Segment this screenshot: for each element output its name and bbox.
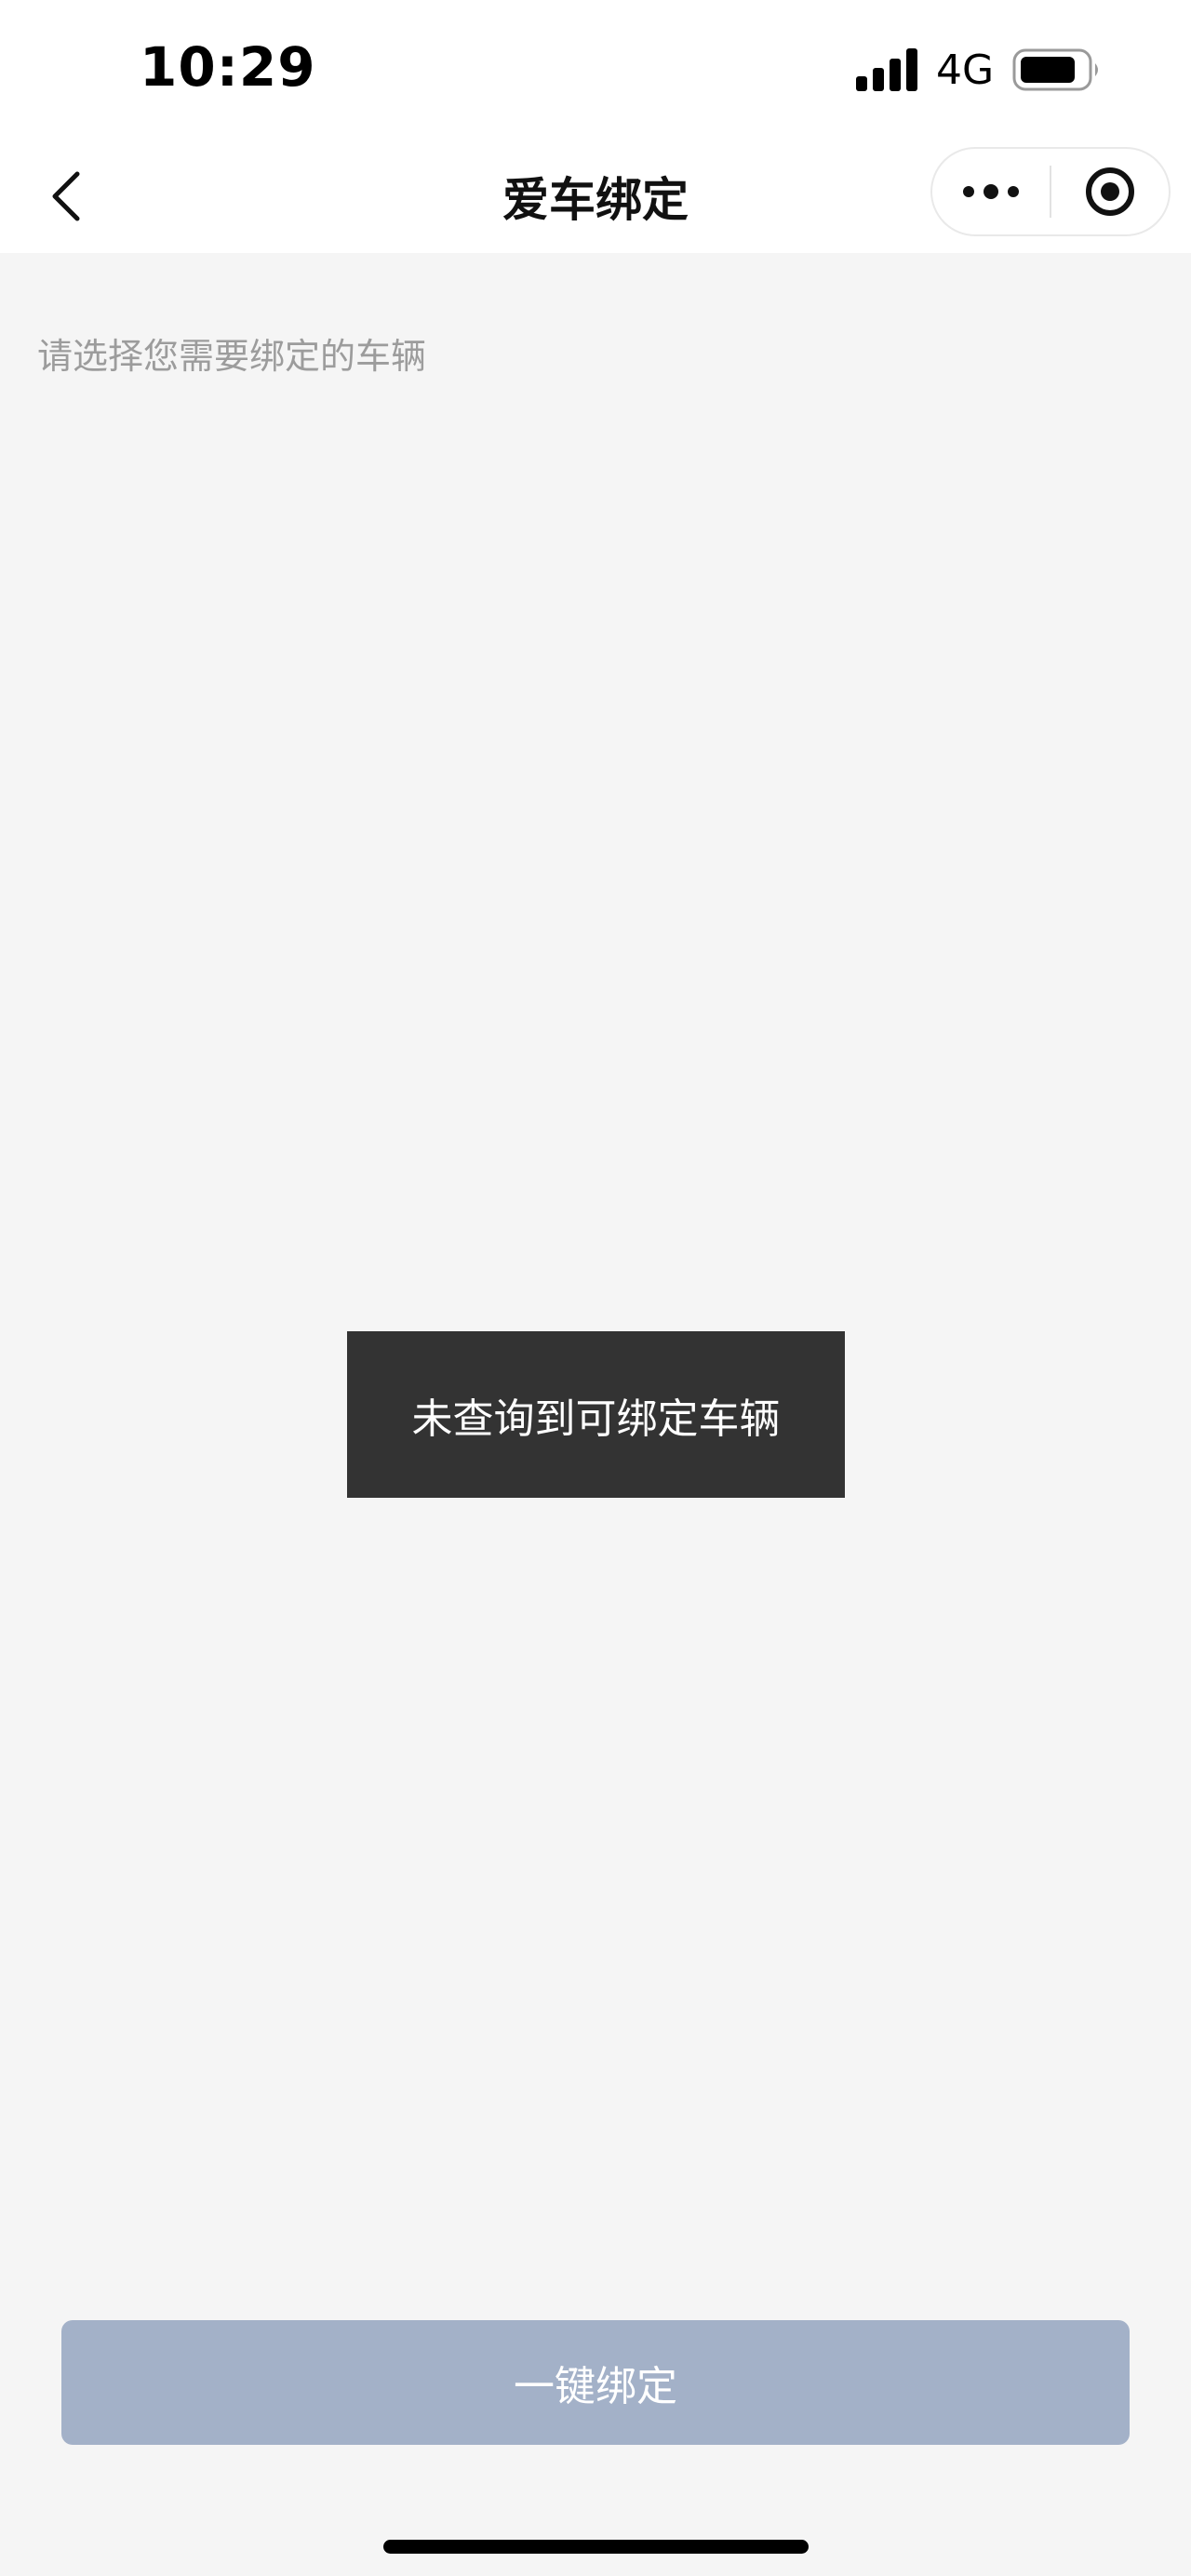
more-dots-icon	[963, 184, 1019, 199]
cellular-signal-icon	[856, 48, 917, 91]
close-miniprogram-button[interactable]	[1051, 149, 1169, 234]
status-bar: 10:29 4G	[0, 0, 1191, 140]
navigation-bar: 爱车绑定	[0, 140, 1191, 253]
network-type-label: 4G	[936, 47, 995, 94]
toast-text: 未查询到可绑定车辆	[411, 1395, 781, 1443]
vehicle-selection-hint: 请选择您需要绑定的车辆	[37, 336, 427, 377]
app-screen: 10:29 4G 爱车绑定 请选择您需要绑定的车辆 未查询到可绑定车辆 一键绑定	[0, 0, 1191, 2576]
home-indicator[interactable]	[383, 2540, 809, 2554]
back-button[interactable]	[33, 164, 99, 229]
one-click-bind-button[interactable]: 一键绑定	[61, 2320, 1130, 2445]
battery-icon	[1012, 48, 1098, 91]
target-circle-icon	[1086, 167, 1134, 216]
chevron-left-icon	[52, 171, 80, 221]
toast-message: 未查询到可绑定车辆	[347, 1331, 845, 1498]
miniprogram-capsule	[930, 147, 1171, 236]
status-time: 10:29	[140, 35, 316, 99]
more-button[interactable]	[932, 149, 1050, 234]
